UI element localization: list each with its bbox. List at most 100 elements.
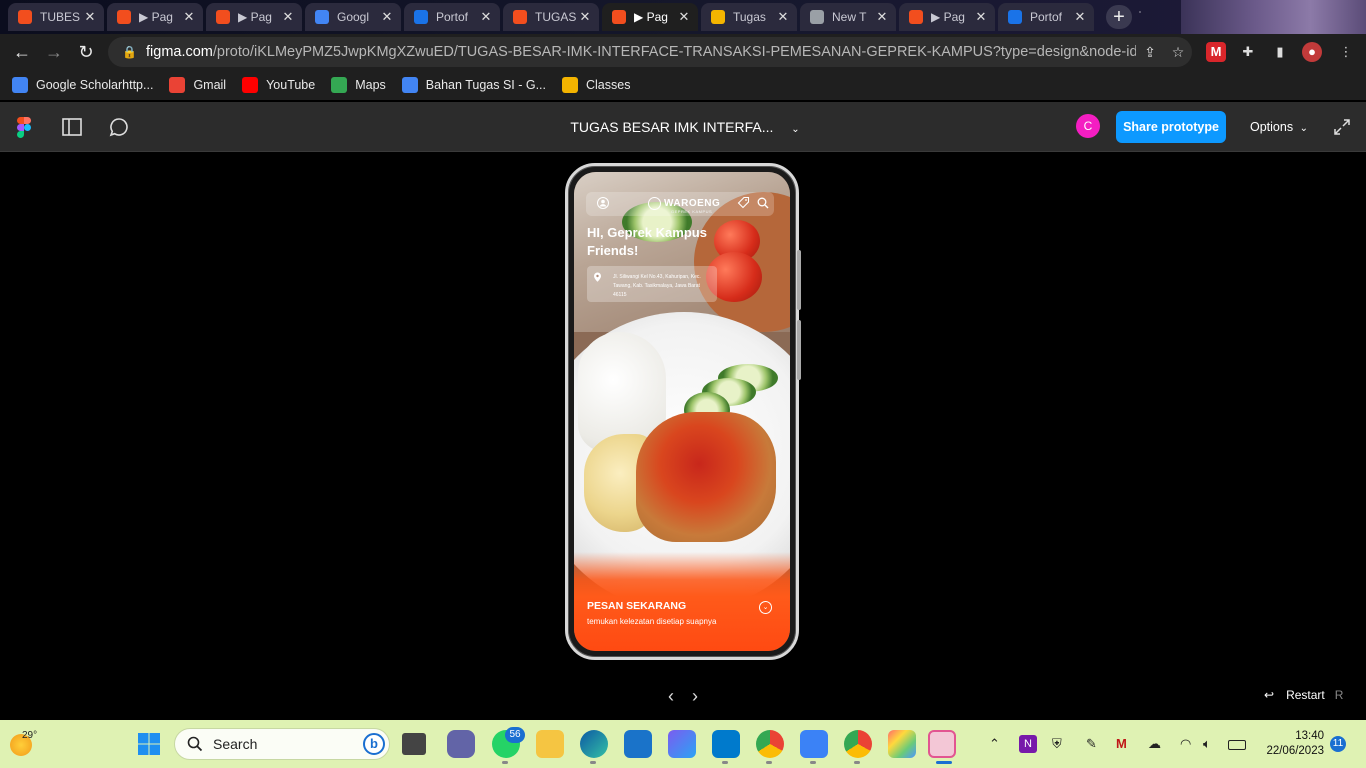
share-prototype-button[interactable]: Share prototype (1116, 111, 1226, 143)
volume-icon[interactable]: 🔈︎ (1203, 736, 1211, 752)
figma-logo-icon[interactable] (17, 117, 31, 138)
close-icon[interactable]: ✕ (973, 9, 989, 25)
greeting-text: HI, Geprek Kampus Friends! (587, 225, 707, 258)
notepad-icon[interactable] (800, 730, 828, 758)
browser-tab[interactable]: ▶ Pag ✕ (899, 3, 995, 31)
url-host: figma.com (146, 44, 213, 60)
copilot-icon[interactable] (668, 730, 696, 758)
options-menu[interactable]: Options ⌄ (1250, 111, 1308, 143)
pen-icon[interactable]: ✎ (1086, 736, 1097, 752)
windows-start-icon[interactable] (137, 732, 161, 756)
bookmark-star-icon[interactable]: ☆ (1164, 44, 1192, 61)
back-icon[interactable]: ← (6, 36, 38, 68)
phone-button (797, 320, 801, 380)
onedrive-icon[interactable]: ☁ (1148, 736, 1161, 752)
close-icon[interactable]: ✕ (379, 9, 395, 25)
reload-icon[interactable]: ↻ (70, 36, 102, 68)
close-icon[interactable]: ✕ (82, 9, 98, 25)
next-frame-icon[interactable]: › (686, 687, 704, 705)
browser-tab[interactable]: Portof ✕ (998, 3, 1094, 31)
browser-tab[interactable]: TUBES ✕ (8, 3, 104, 31)
bookmark-item[interactable]: Maps (331, 77, 386, 93)
profile-icon[interactable] (597, 197, 609, 209)
wifi-icon[interactable]: ◠ (1180, 736, 1191, 752)
edge-icon[interactable] (580, 730, 608, 758)
close-icon[interactable]: ✕ (478, 9, 494, 25)
close-icon[interactable]: ✕ (181, 9, 197, 25)
prototype-screen[interactable]: WAROENG GEPREK KAMPUS HI, Geprek Kampus … (574, 172, 790, 651)
weather-widget[interactable]: 29° (10, 730, 40, 756)
chrome-profile-icon[interactable] (756, 730, 784, 758)
browser-tab[interactable]: TUGAS ✕ (503, 3, 599, 31)
task-view-icon[interactable] (402, 733, 426, 755)
side-panel-icon[interactable]: ▮ (1270, 42, 1290, 62)
share-page-icon[interactable]: ⇪ (1136, 44, 1164, 61)
comment-icon[interactable] (108, 116, 130, 138)
extensions-puzzle-icon[interactable]: ✚ (1238, 42, 1258, 62)
order-now-title[interactable]: PESAN SEKARANG (587, 600, 686, 612)
file-title[interactable]: TUGAS BESAR IMK INTERFA... ⌄ (560, 102, 810, 152)
mail-icon[interactable] (624, 730, 652, 758)
close-icon[interactable]: ✕ (775, 9, 791, 25)
chevron-down-icon[interactable]: ⌄ (791, 124, 799, 135)
address-bar[interactable]: 🔒 figma.com/proto/iKLMeyPMZ5JwpKMgXZwuED… (108, 37, 1192, 67)
running-indicator (766, 761, 772, 764)
close-icon[interactable]: ✕ (280, 9, 296, 25)
restart-button[interactable]: ↩ Restart R (1264, 688, 1343, 702)
tab-favicon-icon (1008, 10, 1022, 24)
browser-tab[interactable]: New T ✕ (800, 3, 896, 31)
close-icon[interactable]: ✕ (676, 9, 692, 25)
fullscreen-icon[interactable] (1333, 118, 1351, 136)
mcafee-icon[interactable]: M (1116, 736, 1127, 751)
vscode-icon[interactable] (712, 730, 740, 758)
tab-favicon-icon (18, 10, 32, 24)
logo-mark-icon (648, 197, 661, 210)
chevron-down-icon[interactable]: ⌄ (759, 601, 772, 614)
browser-tab[interactable]: Tugas ✕ (701, 3, 797, 31)
close-icon[interactable]: ✕ (577, 9, 593, 25)
battery-icon[interactable] (1228, 740, 1246, 750)
bookmark-item[interactable]: YouTube (242, 77, 315, 93)
tab-label: ▶ Pag (139, 10, 173, 24)
extension-red-icon[interactable]: M (1206, 42, 1226, 62)
tab-favicon-icon (216, 10, 230, 24)
sidebar-toggle-icon[interactable] (61, 116, 83, 138)
close-icon[interactable]: ✕ (874, 9, 890, 25)
browser-tab[interactable]: Googl ✕ (305, 3, 401, 31)
chrome-icon[interactable] (844, 730, 872, 758)
browser-tab[interactable]: ▶ Pag ✕ (107, 3, 203, 31)
onenote-icon[interactable]: N (1019, 735, 1037, 753)
forward-icon[interactable]: → (38, 36, 70, 68)
search-icon[interactable] (757, 197, 769, 209)
bookmark-favicon-icon (242, 77, 259, 93)
notification-badge[interactable]: 11 (1330, 736, 1346, 752)
defender-icon[interactable]: ⛨ (1052, 736, 1062, 752)
profile-avatar[interactable]: ● (1302, 42, 1322, 62)
url-path: /proto/iKLMeyPMZ5JwpKMgXZwuED/TUGAS-BESA… (212, 44, 1136, 60)
app-store-icon[interactable] (888, 730, 916, 758)
lock-icon[interactable]: 🔒 (122, 45, 137, 59)
bookmark-item[interactable]: Gmail (169, 77, 226, 93)
tab-label: ▶ Pag (634, 10, 668, 24)
chrome-menu-icon[interactable]: ⋮ (1336, 42, 1356, 62)
browser-tab[interactable]: ▶ Pag ✕ (602, 3, 698, 31)
new-tab-button[interactable]: + (1106, 5, 1132, 29)
previous-frame-icon[interactable]: ‹ (662, 687, 680, 705)
bookmark-item[interactable]: Bahan Tugas SI - G... (401, 77, 546, 93)
bookmark-item[interactable]: Google Scholarhttp... (12, 77, 153, 93)
browser-tab[interactable]: Portof ✕ (404, 3, 500, 31)
teams-icon[interactable] (447, 730, 475, 758)
file-explorer-icon[interactable] (536, 730, 564, 758)
url-text[interactable]: figma.com/proto/iKLMeyPMZ5JwpKMgXZwuED/T… (146, 44, 1136, 60)
taskbar-search[interactable]: Search b (174, 728, 390, 760)
user-avatar[interactable]: C (1076, 114, 1100, 138)
snipping-tool-icon[interactable] (928, 730, 956, 758)
bookmark-item[interactable]: Classes (562, 77, 630, 93)
browser-tab[interactable]: ▶ Pag ✕ (206, 3, 302, 31)
tray-overflow-icon[interactable]: ⌃ (989, 736, 1000, 752)
close-icon[interactable]: ✕ (1072, 9, 1088, 25)
temperature-text: 29° (22, 730, 38, 741)
tag-icon[interactable] (737, 196, 750, 209)
tab-favicon-icon (117, 10, 131, 24)
system-clock[interactable]: 13:40 22/06/2023 (1258, 729, 1324, 759)
